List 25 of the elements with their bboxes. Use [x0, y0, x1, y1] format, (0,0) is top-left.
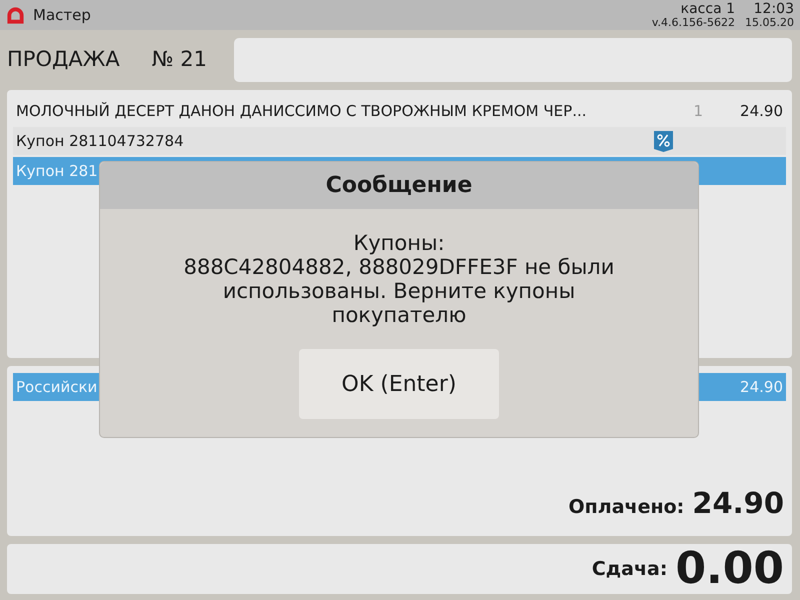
item-quantity: 1	[692, 100, 703, 122]
register-label: касса 1	[680, 2, 736, 16]
payment-amount: 24.90	[739, 376, 783, 398]
dialog-message: Купоны: 888C42804882, 888029DFFE3F не были использованы. Верните купоны покупателю	[182, 231, 616, 327]
sale-title: ПРОДАЖА	[7, 46, 120, 74]
dialog-title: Сообщение	[100, 162, 698, 209]
coupon-row[interactable]: Купон 281104732784	[13, 127, 786, 155]
paid-label: Оплачено:	[568, 494, 684, 520]
item-name: Купон 281104732784	[16, 130, 184, 152]
product-row[interactable]: МОЛОЧНЫЙ ДЕСЕРТ ДАНОН ДАНИССИМО С ТВОРОЖНЫМ КРЕМОМ ЧЕР... 1 24.90	[13, 97, 786, 125]
discount-icon	[654, 130, 673, 152]
window-title: Мастер	[33, 4, 91, 26]
paid-amount: 24.90	[692, 484, 784, 522]
version-label: v.4.6.156-5622	[652, 16, 736, 28]
change-label: Сдача:	[592, 556, 668, 582]
clock-date: 15.05.20	[745, 16, 794, 28]
item-name: Купон 281	[16, 160, 98, 182]
change-amount: 0.00	[675, 547, 784, 591]
sale-number: № 21	[152, 46, 207, 74]
item-price: 24.90	[739, 100, 783, 122]
ok-button[interactable]: OK (Enter)	[299, 349, 499, 419]
item-name: МОЛОЧНЫЙ ДЕСЕРТ ДАНОН ДАНИССИМО С ТВОРОЖНЫМ КРЕМОМ ЧЕР...	[16, 100, 586, 122]
logo-icon	[6, 6, 25, 24]
clock-time: 12:03	[752, 2, 794, 16]
payment-name: Российски	[16, 376, 98, 398]
